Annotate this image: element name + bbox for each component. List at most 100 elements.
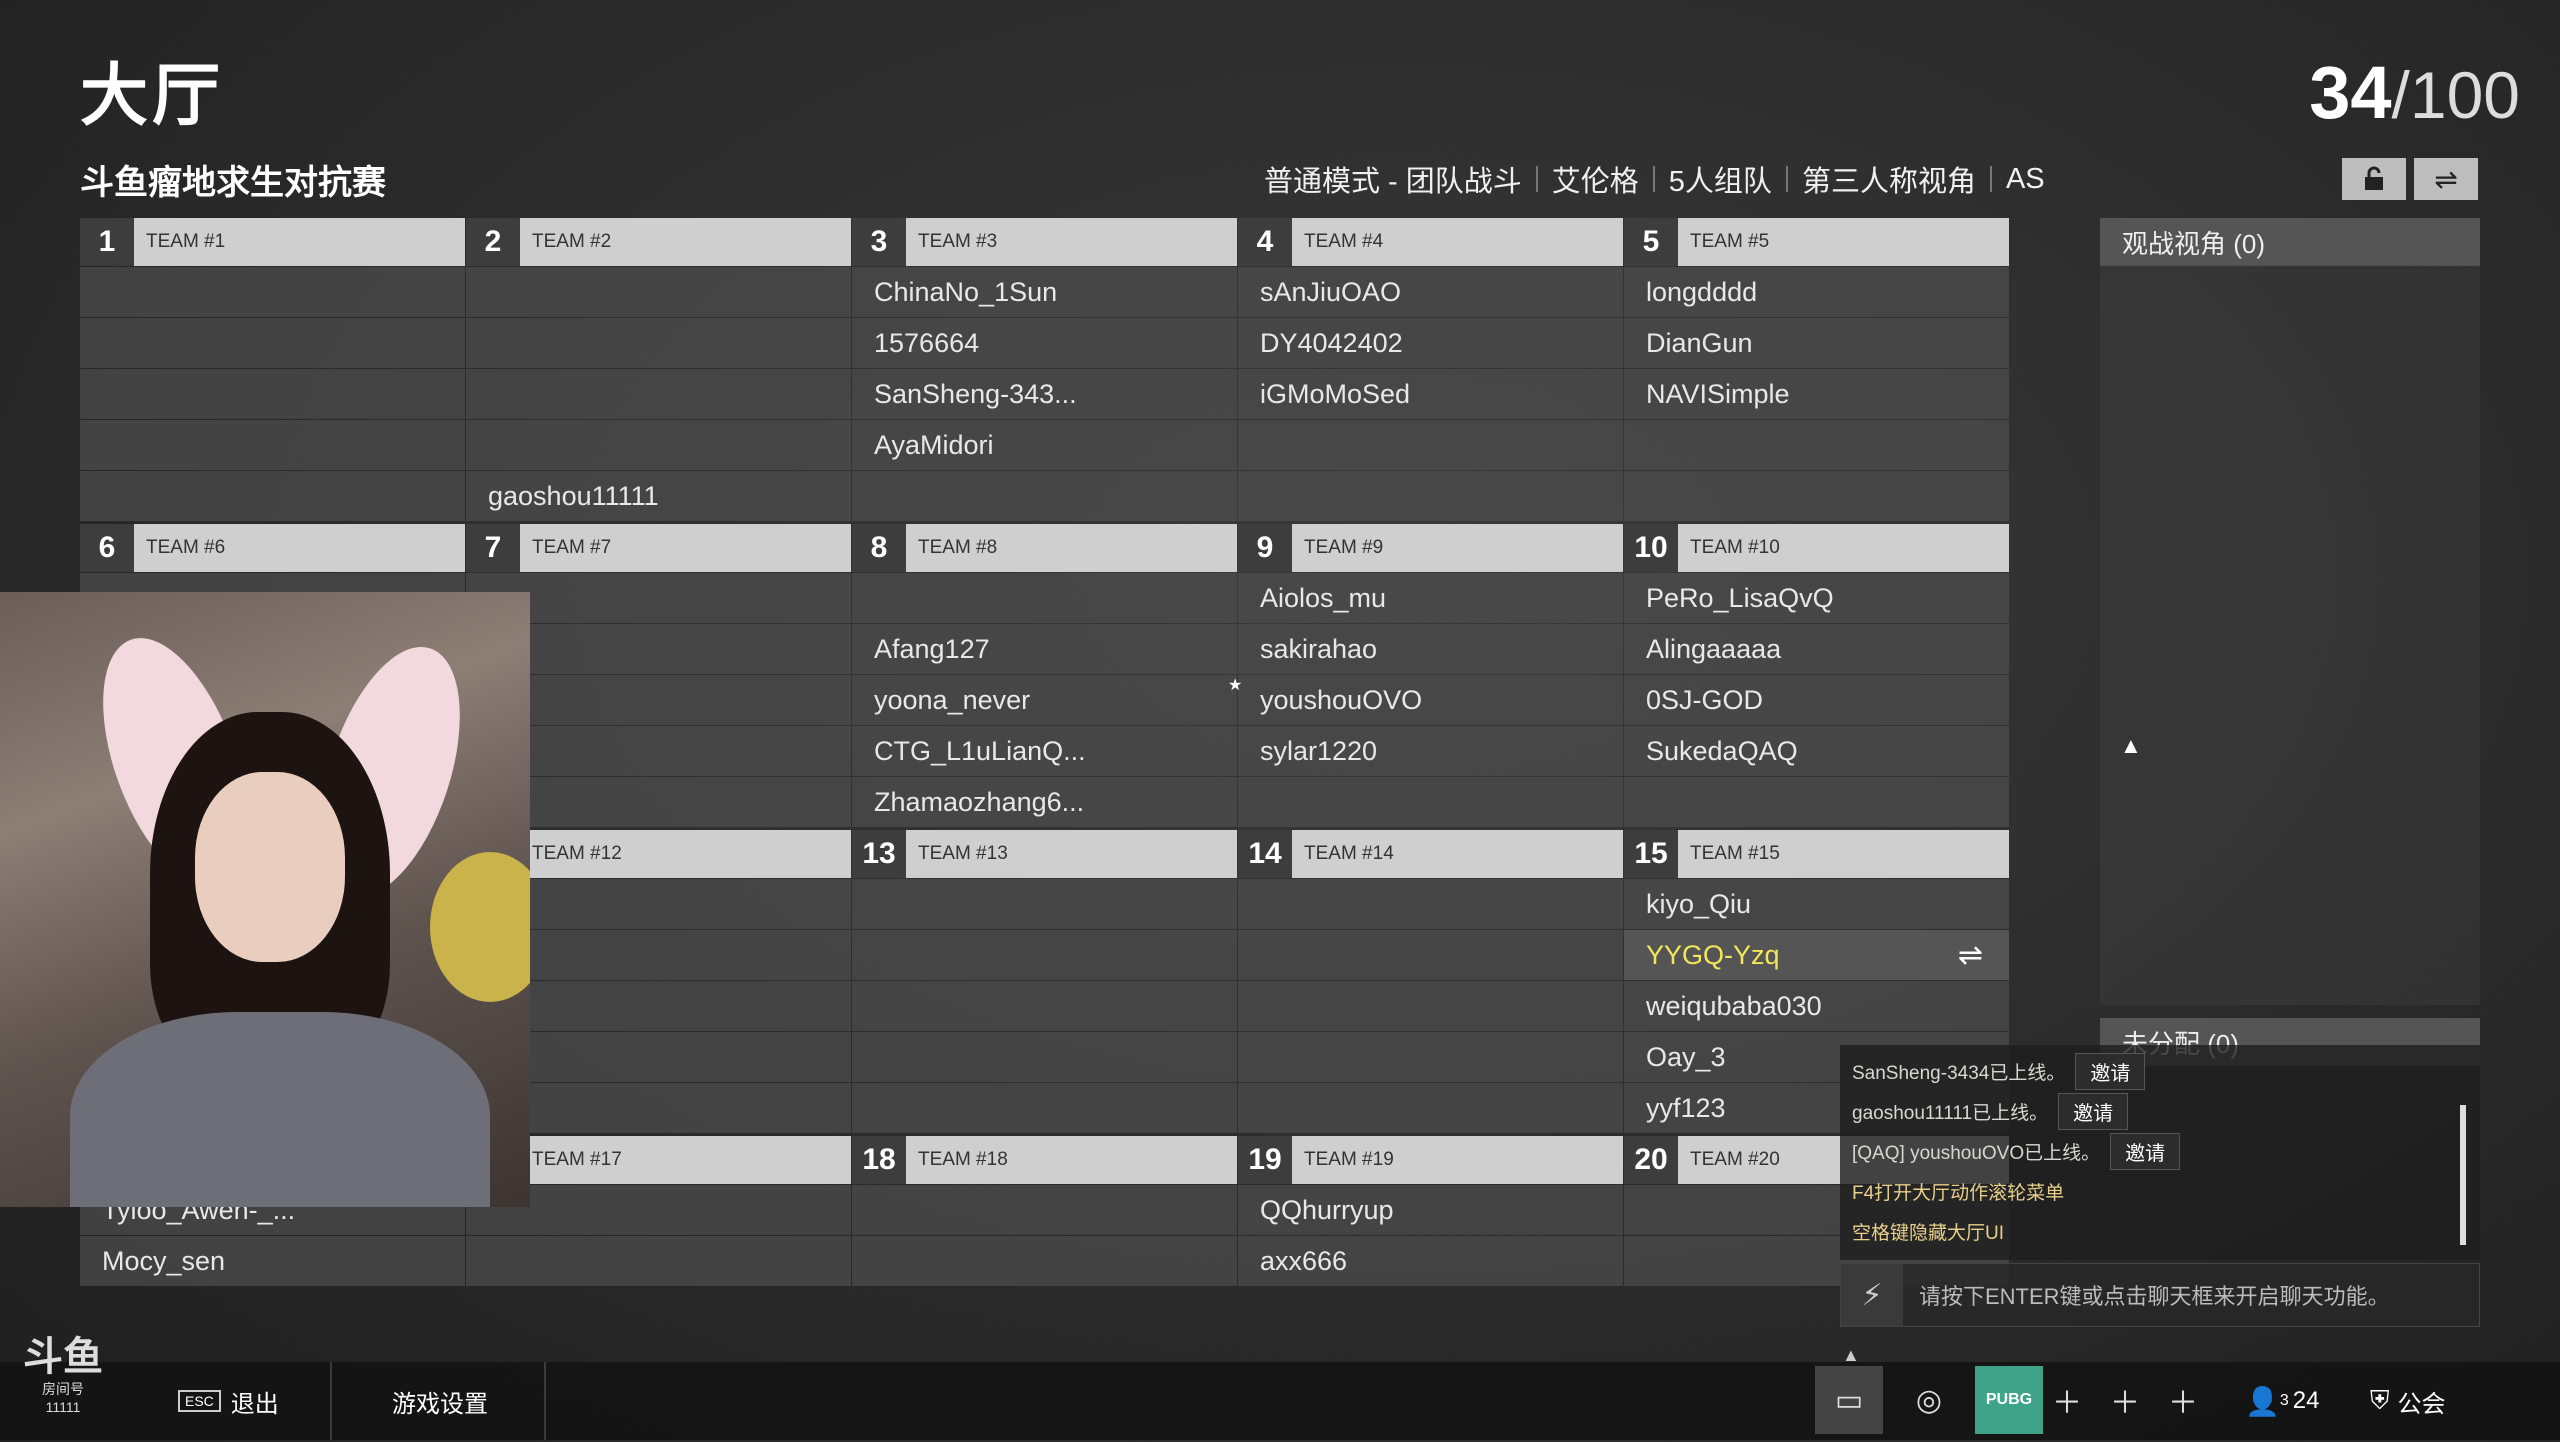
team-header[interactable]: 8 TEAM #8 xyxy=(852,524,1237,572)
team-header[interactable]: 5 TEAM #5 xyxy=(1624,218,2009,266)
player-slot[interactable] xyxy=(466,267,851,317)
player-slot[interactable] xyxy=(852,471,1237,521)
player-slot[interactable]: DY4042402 xyxy=(1238,318,1623,368)
player-slot[interactable] xyxy=(852,981,1237,1031)
player-slot[interactable] xyxy=(80,318,465,368)
target-icon[interactable]: ◎ xyxy=(1895,1366,1963,1434)
team-header[interactable]: 18 TEAM #18 xyxy=(852,1136,1237,1184)
player-slot[interactable] xyxy=(852,1083,1237,1133)
swap-icon[interactable]: ⇌ xyxy=(1958,938,1983,973)
player-slot[interactable]: sAnJiuOAO xyxy=(1238,267,1623,317)
team-header[interactable]: 9 TEAM #9 xyxy=(1238,524,1623,572)
player-slot[interactable] xyxy=(1238,1083,1623,1133)
player-slot[interactable]: Aiolos_mu xyxy=(1238,573,1623,623)
player-slot[interactable]: QQhurryup xyxy=(1238,1185,1623,1235)
player-slot[interactable] xyxy=(852,573,1237,623)
player-slot[interactable] xyxy=(852,879,1237,929)
player-slot[interactable]: weiqubaba030 xyxy=(1624,981,2009,1031)
team-header[interactable]: 19 TEAM #19 xyxy=(1238,1136,1623,1184)
team-header[interactable]: 14 TEAM #14 xyxy=(1238,830,1623,878)
player-slot[interactable]: ChinaNo_1Sun xyxy=(852,267,1237,317)
player-slot[interactable] xyxy=(80,420,465,470)
mode-region: AS xyxy=(2005,162,2045,195)
player-slot[interactable]: DianGun xyxy=(1624,318,2009,368)
player-slot[interactable] xyxy=(1238,1032,1623,1082)
lightning-icon[interactable]: ⚡ xyxy=(1841,1264,1903,1326)
chat-input[interactable]: ⚡ 请按下ENTER键或点击聊天框来开启聊天功能。 xyxy=(1840,1263,2480,1327)
player-slot[interactable]: Zhamaozhang6... xyxy=(852,777,1237,827)
lock-button[interactable] xyxy=(2342,158,2406,200)
player-name: Mocy_sen xyxy=(102,1245,226,1276)
player-slot[interactable]: CTG_L1uLianQ... xyxy=(852,726,1237,776)
invite-button[interactable]: 邀请 xyxy=(2110,1132,2181,1170)
player-slot[interactable] xyxy=(1238,420,1623,470)
invite-button[interactable]: 邀请 xyxy=(2058,1092,2129,1130)
chat-icon[interactable]: ▭ xyxy=(1815,1366,1883,1434)
player-slot[interactable] xyxy=(1624,777,2009,827)
player-slot[interactable] xyxy=(1238,930,1623,980)
logo-room-number: 11111 xyxy=(45,1399,81,1415)
player-slot[interactable]: iGMoMoSed xyxy=(1238,369,1623,419)
chat-line-text: F4打开大厅动作滚轮菜单 xyxy=(1852,1182,2065,1204)
chat-scrollbar[interactable] xyxy=(2460,1105,2466,1245)
player-slot[interactable]: gaoshou11111 xyxy=(466,471,851,521)
player-slot[interactable]: AyaMidori xyxy=(852,420,1237,470)
settings-button[interactable]: 游戏设置 xyxy=(392,1362,488,1440)
team-number: 14 xyxy=(1238,830,1292,878)
team-header[interactable]: 7 TEAM #7 xyxy=(466,524,851,572)
player-slot[interactable] xyxy=(80,471,465,521)
team-header[interactable]: 13 TEAM #13 xyxy=(852,830,1237,878)
player-slot[interactable]: NAVISimple xyxy=(1624,369,2009,419)
friends-button[interactable]: 👤 3 24 xyxy=(2245,1362,2319,1440)
player-slot[interactable]: Afang127 xyxy=(852,624,1237,674)
player-slot[interactable] xyxy=(852,1185,1237,1235)
player-slot[interactable]: axx666 xyxy=(1238,1236,1623,1286)
team-header[interactable]: 3 TEAM #3 xyxy=(852,218,1237,266)
player-slot[interactable] xyxy=(1238,471,1623,521)
swap-button[interactable]: ⇌ xyxy=(2414,158,2478,200)
plus-icon[interactable]: ＋ xyxy=(2149,1366,2217,1434)
team-header[interactable]: 6 TEAM #6 xyxy=(80,524,465,572)
chevron-up-icon[interactable]: ▲ xyxy=(1842,1345,1860,1366)
player-slot[interactable] xyxy=(466,318,851,368)
clan-button[interactable]: ⛨ 公会 xyxy=(2370,1362,2446,1440)
player-slot[interactable] xyxy=(852,930,1237,980)
team-header[interactable]: 10 TEAM #10 xyxy=(1624,524,2009,572)
spectate-header[interactable]: 观战视角 (0) xyxy=(2100,218,2480,266)
player-slot[interactable] xyxy=(1624,420,2009,470)
player-slot[interactable]: sylar1220 xyxy=(1238,726,1623,776)
player-slot[interactable] xyxy=(1238,777,1623,827)
player-slot[interactable] xyxy=(466,369,851,419)
player-slot[interactable] xyxy=(1238,981,1623,1031)
team-header[interactable]: 15 TEAM #15 xyxy=(1624,830,2009,878)
team-card: 14 TEAM #14 xyxy=(1238,830,1623,1136)
swap-icon: ⇌ xyxy=(2434,163,2458,195)
player-slot[interactable]: 0SJ-GOD xyxy=(1624,675,2009,725)
invite-button[interactable]: 邀请 xyxy=(2075,1052,2146,1090)
player-slot[interactable] xyxy=(852,1032,1237,1082)
player-slot[interactable] xyxy=(1238,879,1623,929)
team-header[interactable]: 4 TEAM #4 xyxy=(1238,218,1623,266)
player-slot[interactable]: YYGQ-Yzq ⇌ xyxy=(1624,930,2009,980)
player-slot[interactable] xyxy=(1624,471,2009,521)
player-slot[interactable]: PeRo_LisaQvQ xyxy=(1624,573,2009,623)
player-slot[interactable]: SukedaQAQ xyxy=(1624,726,2009,776)
player-slot[interactable]: yoona_never xyxy=(852,675,1237,725)
player-slot[interactable] xyxy=(466,420,851,470)
player-slot[interactable] xyxy=(852,1236,1237,1286)
player-slot[interactable]: Alingaaaaa xyxy=(1624,624,2009,674)
player-slot[interactable] xyxy=(80,369,465,419)
player-slot[interactable]: sakirahao xyxy=(1238,624,1623,674)
player-slot[interactable]: youshouOVO ★ xyxy=(1228,675,1623,725)
player-slot[interactable]: 1576664 xyxy=(852,318,1237,368)
exit-button[interactable]: ESC 退出 xyxy=(178,1362,279,1440)
team-header[interactable]: 2 TEAM #2 xyxy=(466,218,851,266)
player-slot[interactable]: longdddd xyxy=(1624,267,2009,317)
player-slot[interactable]: Mocy_sen xyxy=(80,1236,465,1286)
player-slot[interactable] xyxy=(466,1236,851,1286)
player-slot[interactable] xyxy=(80,267,465,317)
player-slot[interactable]: kiyo_Qiu xyxy=(1624,879,2009,929)
mode-map: 艾伦格 xyxy=(1551,166,1639,198)
player-slot[interactable]: SanSheng-343... xyxy=(852,369,1237,419)
team-header[interactable]: 1 TEAM #1 xyxy=(80,218,465,266)
